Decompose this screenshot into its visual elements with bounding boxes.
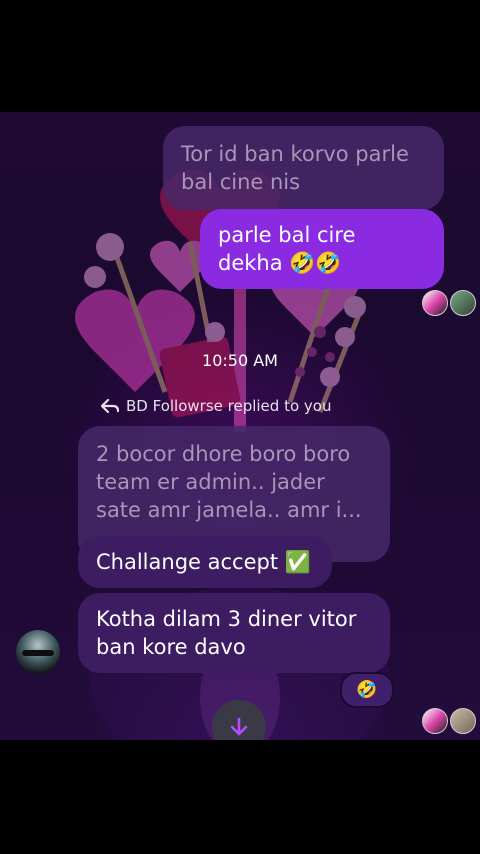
sender-avatar[interactable] bbox=[16, 630, 60, 674]
reply-arrow-icon bbox=[100, 398, 120, 414]
chat-thread[interactable]: Tor id ban korvo parle bal cine nis parl… bbox=[0, 112, 480, 740]
message-timestamp: 10:50 AM bbox=[202, 351, 278, 370]
reaction-emoji: 🤣 bbox=[356, 680, 378, 700]
read-receipt-avatar bbox=[450, 708, 476, 734]
sent-message-text: parle bal cire dekha 🤣🤣 bbox=[218, 223, 356, 275]
quoted-message-text: Tor id ban korvo parle bal cine nis bbox=[181, 142, 409, 194]
read-receipt-avatar bbox=[450, 290, 476, 316]
reply-indicator-text: BD Followrse replied to you bbox=[126, 397, 332, 415]
message-reaction[interactable]: 🤣 bbox=[340, 672, 394, 708]
sent-message[interactable]: parle bal cire dekha 🤣🤣 bbox=[200, 209, 444, 289]
received-message[interactable]: Challange accept ✅ bbox=[78, 536, 332, 588]
arrow-down-icon bbox=[230, 717, 248, 736]
received-message-text: Challange accept ✅ bbox=[96, 550, 311, 574]
reply-indicator: BD Followrse replied to you bbox=[100, 397, 331, 415]
bottom-area bbox=[0, 740, 480, 854]
quoted-message[interactable]: Tor id ban korvo parle bal cine nis bbox=[163, 126, 444, 210]
received-message-text: Kotha dilam 3 diner vitor ban kore davo bbox=[96, 607, 357, 659]
received-message[interactable]: Kotha dilam 3 diner vitor ban kore davo bbox=[78, 593, 390, 673]
read-receipt-avatar bbox=[422, 708, 448, 734]
read-receipt-avatar bbox=[422, 290, 448, 316]
quoted-reply-text: 2 bocor dhore boro boro team er admin.. … bbox=[96, 442, 362, 522]
